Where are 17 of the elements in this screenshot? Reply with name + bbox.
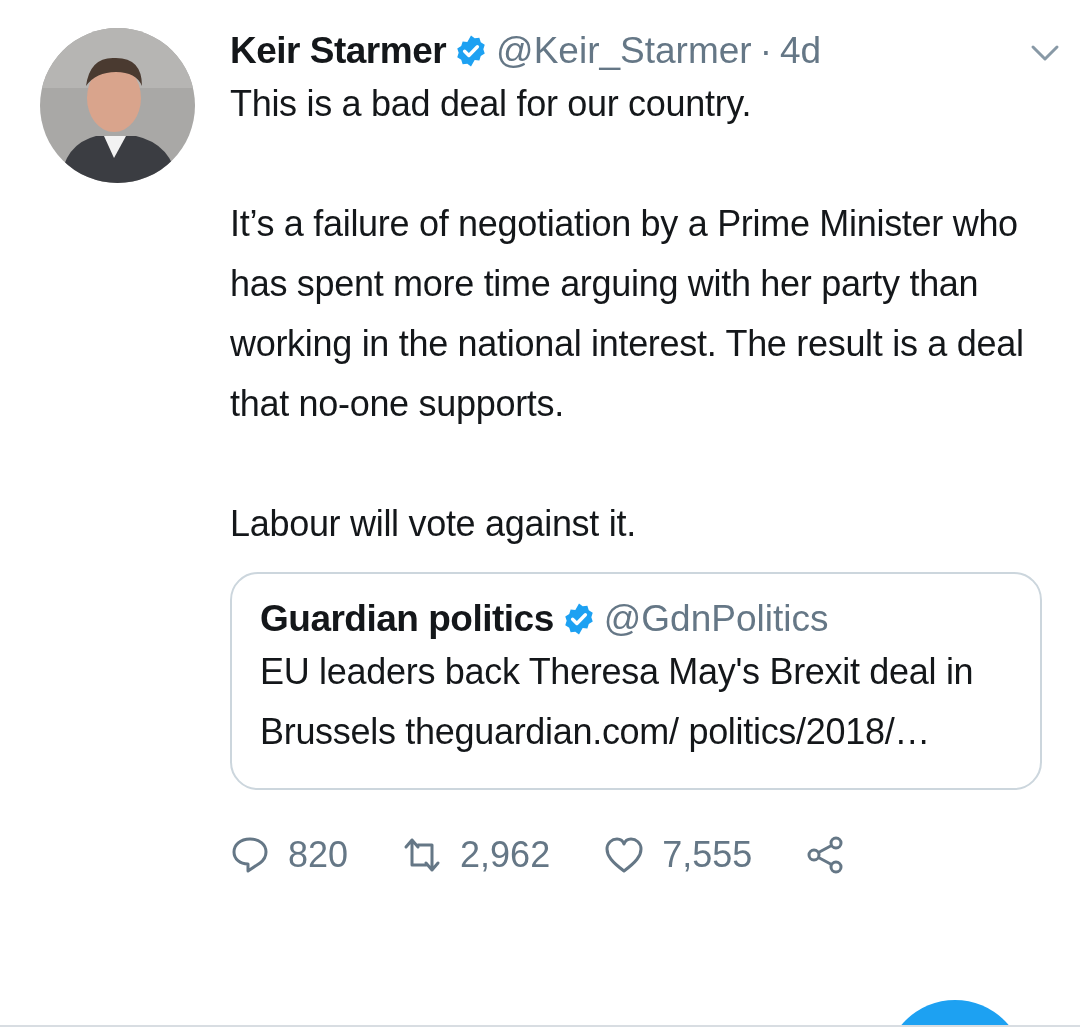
- like-button[interactable]: 7,555: [604, 828, 753, 882]
- tweet-text: This is a bad deal for our country.: [230, 82, 753, 126]
- tweet-text: Labour will vote against it.: [230, 502, 637, 546]
- quoted-tweet-card[interactable]: Guardian politics @GdnPolitics EU leaders back Theresa May's Brexit deal in Brussels theguardian.com/ politics/2018/…: [230, 572, 1042, 790]
- author-handle[interactable]: @Keir_Starmer: [496, 28, 752, 74]
- quoted-author-handle: @GdnPolitics: [603, 597, 829, 641]
- retweet-button[interactable]: 2,962: [402, 828, 551, 882]
- heart-icon: [604, 835, 645, 875]
- quoted-tweet-text: EU leaders back Theresa May's Brexit deal in Brussels theguardian.com/ politics/2018/…: [260, 650, 975, 754]
- reply-button[interactable]: 820: [230, 828, 349, 882]
- tweet-text: It’s a failure of negotiation by a Prime Minister who has spent more time arguing with her party than working in the national interest. The result is a deal that no-one supports.: [230, 202, 1025, 426]
- speech-bubble-icon: [230, 835, 270, 875]
- tweet-time[interactable]: 4d: [779, 28, 822, 74]
- quoted-author-name: Guardian politics: [260, 597, 554, 641]
- chevron-down-icon[interactable]: [1030, 44, 1060, 63]
- author-name[interactable]: Keir Starmer: [230, 28, 447, 74]
- separator-dot: ·: [759, 29, 772, 73]
